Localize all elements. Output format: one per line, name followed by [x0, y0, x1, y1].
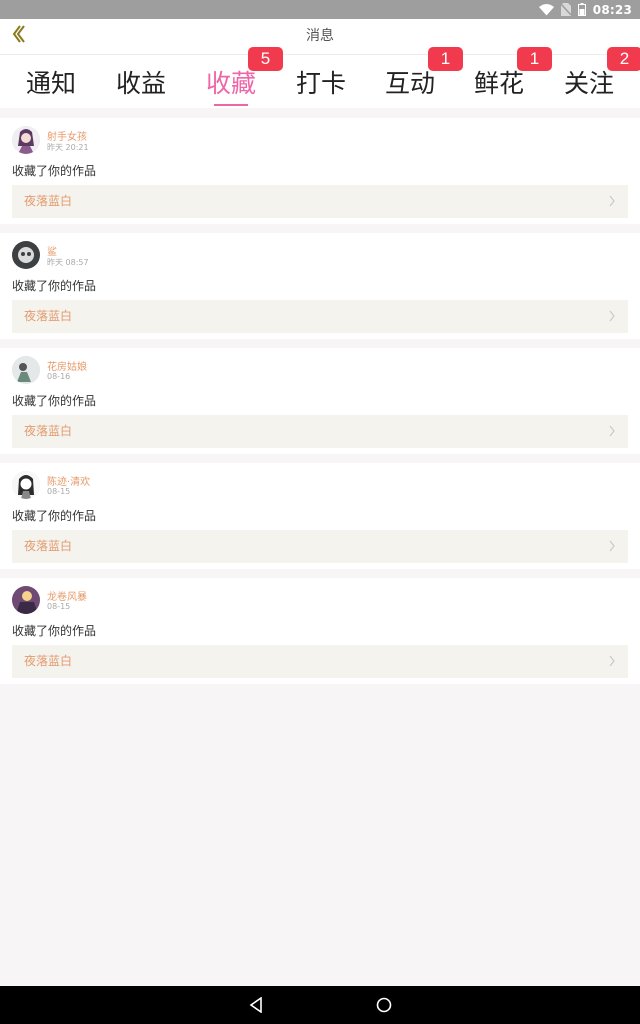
work-title: 夜落蓝白 [24, 424, 73, 438]
username[interactable]: 陈迹·清欢 [47, 473, 90, 488]
wifi-icon [538, 3, 554, 16]
nav-home-button[interactable] [364, 986, 404, 1024]
tab-earnings[interactable]: 收益 [96, 55, 186, 108]
action-text: 收藏了你的作品 [12, 279, 97, 293]
tab-interaction[interactable]: 互动 1 [365, 47, 463, 108]
status-bar: 08:23 [0, 0, 640, 19]
work-title: 夜落蓝白 [24, 194, 73, 208]
timestamp: 昨天 08:57 [47, 258, 89, 267]
no-sim-icon [560, 3, 571, 16]
username[interactable]: 龙卷风暴 [47, 588, 87, 603]
list-item: 龙卷风暴 08-15 收藏了你的作品 夜落蓝白 [0, 578, 640, 684]
system-nav-bar [0, 986, 640, 1024]
list-item: 花房姑娘 08-16 收藏了你的作品 夜落蓝白 [0, 348, 640, 454]
work-link[interactable]: 夜落蓝白 [12, 530, 628, 563]
avatar[interactable] [12, 241, 40, 269]
list-item: 鲨 昨天 08:57 收藏了你的作品 夜落蓝白 [0, 233, 640, 339]
timestamp: 昨天 20:21 [47, 143, 89, 152]
tab-label: 收益 [115, 69, 166, 98]
action-text: 收藏了你的作品 [12, 624, 97, 638]
tab-label: 通知 [25, 69, 76, 98]
tab-bar: 通知 收益 收藏 5 打卡 互动 1 鲜花 1 关注 2 [0, 47, 640, 108]
battery-icon [577, 3, 586, 16]
chevron-right-icon [609, 655, 615, 667]
back-triangle-icon [249, 997, 262, 1013]
status-time: 08:23 [592, 2, 632, 17]
home-circle-icon [376, 997, 392, 1013]
timestamp: 08-15 [47, 602, 71, 611]
active-tab-indicator [214, 104, 248, 106]
tab-follow[interactable]: 关注 2 [544, 47, 640, 108]
action-text: 收藏了你的作品 [12, 164, 97, 178]
work-link[interactable]: 夜落蓝白 [12, 185, 628, 218]
tab-checkin[interactable]: 打卡 [276, 55, 366, 108]
username[interactable]: 鲨 [47, 243, 57, 258]
tab-flowers[interactable]: 鲜花 1 [454, 47, 552, 108]
list-item: 陈迹·清欢 08-15 收藏了你的作品 夜落蓝白 [0, 463, 640, 569]
chevron-right-icon [609, 540, 615, 552]
action-text: 收藏了你的作品 [12, 394, 97, 408]
work-link[interactable]: 夜落蓝白 [12, 415, 628, 448]
username[interactable]: 射手女孩 [47, 128, 87, 143]
work-title: 夜落蓝白 [24, 539, 73, 553]
nav-back-button[interactable] [236, 986, 276, 1024]
tab-label: 打卡 [295, 69, 346, 98]
avatar[interactable] [12, 356, 40, 384]
list-item: 射手女孩 昨天 20:21 收藏了你的作品 夜落蓝白 [0, 118, 640, 224]
work-link[interactable]: 夜落蓝白 [12, 645, 628, 678]
chevron-right-icon [609, 195, 615, 207]
avatar[interactable] [12, 471, 40, 499]
work-title: 夜落蓝白 [24, 654, 73, 668]
work-link[interactable]: 夜落蓝白 [12, 300, 628, 333]
action-text: 收藏了你的作品 [12, 509, 97, 523]
chevron-right-icon [609, 425, 615, 437]
username[interactable]: 花房姑娘 [47, 358, 87, 373]
avatar[interactable] [12, 126, 40, 154]
tab-favorites[interactable]: 收藏 5 [186, 47, 283, 108]
avatar[interactable] [12, 586, 40, 614]
work-title: 夜落蓝白 [24, 309, 73, 323]
timestamp: 08-15 [47, 487, 71, 496]
tab-notifications[interactable]: 通知 [6, 55, 96, 108]
follow-badge: 2 [607, 47, 640, 71]
timestamp: 08-16 [47, 372, 71, 381]
chevron-right-icon [609, 310, 615, 322]
favorites-list: 射手女孩 昨天 20:21 收藏了你的作品 夜落蓝白 鲨 昨天 08:57 收藏… [0, 118, 640, 693]
